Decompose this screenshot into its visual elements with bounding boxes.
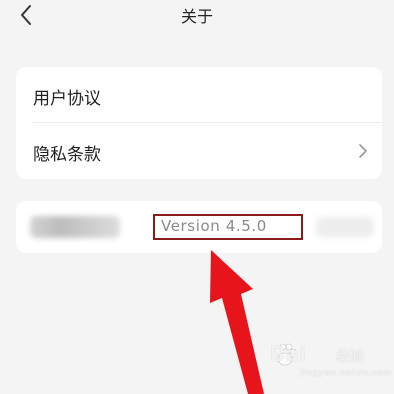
watermark-name: 经验 [336,349,364,365]
nav-bar: 关于 [0,0,394,32]
highlight-box [153,214,303,240]
menu-item-label: 隐私条款 [33,145,101,165]
annotation-arrow-icon [210,250,264,394]
menu-item-user-agreement[interactable]: 用户协议 [16,67,382,123]
paw-icon [274,343,297,366]
watermark-brand: Bai [270,342,306,366]
menu-item-privacy-policy[interactable]: 隐私条款 [16,123,382,179]
page-title: 关于 [180,7,213,26]
blurred-app-name [30,216,120,238]
watermark-logo: Bai 经验 jingyan.baidu.com [270,340,391,380]
menu-item-label: 用户协议 [33,89,101,109]
settings-card: 用户协议 隐私条款 [16,67,382,179]
blurred-region [316,217,374,237]
chevron-right-icon [358,143,368,159]
watermark-url: jingyan.baidu.com [300,368,392,377]
